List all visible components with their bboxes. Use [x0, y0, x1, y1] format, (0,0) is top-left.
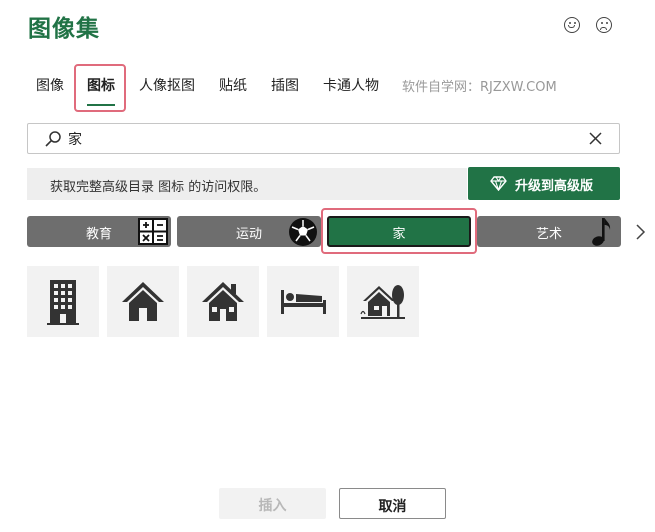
smile-feedback-icon[interactable] — [564, 17, 580, 33]
search-input[interactable] — [27, 123, 620, 154]
insert-button[interactable]: 插入 — [219, 488, 326, 519]
cancel-button[interactable]: 取消 — [339, 488, 446, 519]
tab-cartoon-people[interactable]: 卡通人物 — [323, 75, 379, 95]
apartment-building-icon — [47, 280, 79, 325]
frown-feedback-icon[interactable] — [596, 17, 612, 33]
close-icon[interactable] — [585, 126, 607, 150]
chevron-right-icon[interactable] — [633, 222, 647, 242]
category-label: 教育 — [85, 227, 113, 242]
tab-highlight-box — [74, 64, 126, 112]
house-with-tree-icon — [360, 285, 405, 319]
upgrade-button-label: 升级到高级版 — [515, 179, 594, 194]
category-art[interactable]: 艺术 — [477, 216, 621, 247]
house-icon — [122, 282, 164, 321]
result-house-with-chimney[interactable] — [187, 266, 259, 337]
premium-banner-text: 获取完整高级目录 图标 的访问权限。 — [50, 180, 267, 195]
tab-stickers[interactable]: 贴纸 — [219, 75, 247, 95]
diamond-icon — [490, 176, 507, 191]
upgrade-button[interactable]: 升级到高级版 — [468, 167, 620, 200]
page-title: 图像集 — [28, 16, 100, 42]
result-bed[interactable] — [267, 266, 339, 337]
category-label: 运动 — [235, 227, 263, 242]
insert-button-label: 插入 — [258, 498, 287, 514]
category-highlight-box — [321, 208, 477, 254]
result-house[interactable] — [107, 266, 179, 337]
watermark-text: 软件自学网：RJZXW.COM — [402, 80, 557, 95]
tab-illustrations[interactable]: 插图 — [271, 75, 299, 95]
category-education[interactable]: 教育 — [27, 216, 171, 247]
cancel-button-label: 取消 — [378, 499, 407, 515]
search-value[interactable]: 家 — [68, 129, 82, 149]
result-house-with-tree[interactable] — [347, 266, 419, 337]
result-apartment-building[interactable] — [27, 266, 99, 337]
tab-cutout-people[interactable]: 人像抠图 — [139, 75, 195, 95]
bed-icon — [281, 290, 326, 314]
category-label: 艺术 — [535, 227, 563, 242]
soccer-ball-icon — [289, 218, 317, 246]
calculator-icon — [138, 218, 168, 245]
category-sports[interactable]: 运动 — [177, 216, 321, 247]
tab-images[interactable]: 图像 — [36, 75, 64, 95]
music-note-icon — [592, 218, 611, 246]
search-icon — [45, 131, 61, 147]
house-with-chimney-icon — [202, 282, 244, 321]
